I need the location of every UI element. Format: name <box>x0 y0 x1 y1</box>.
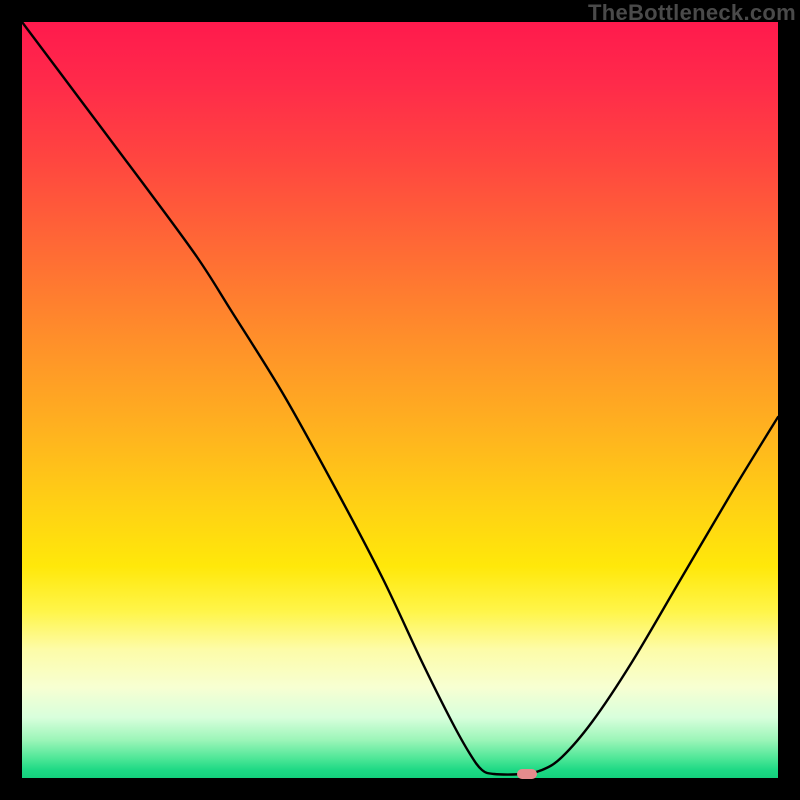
watermark-text: TheBottleneck.com <box>588 0 796 26</box>
plot-frame <box>22 22 778 778</box>
bottleneck-curve <box>22 22 778 778</box>
optimal-marker <box>517 769 537 779</box>
